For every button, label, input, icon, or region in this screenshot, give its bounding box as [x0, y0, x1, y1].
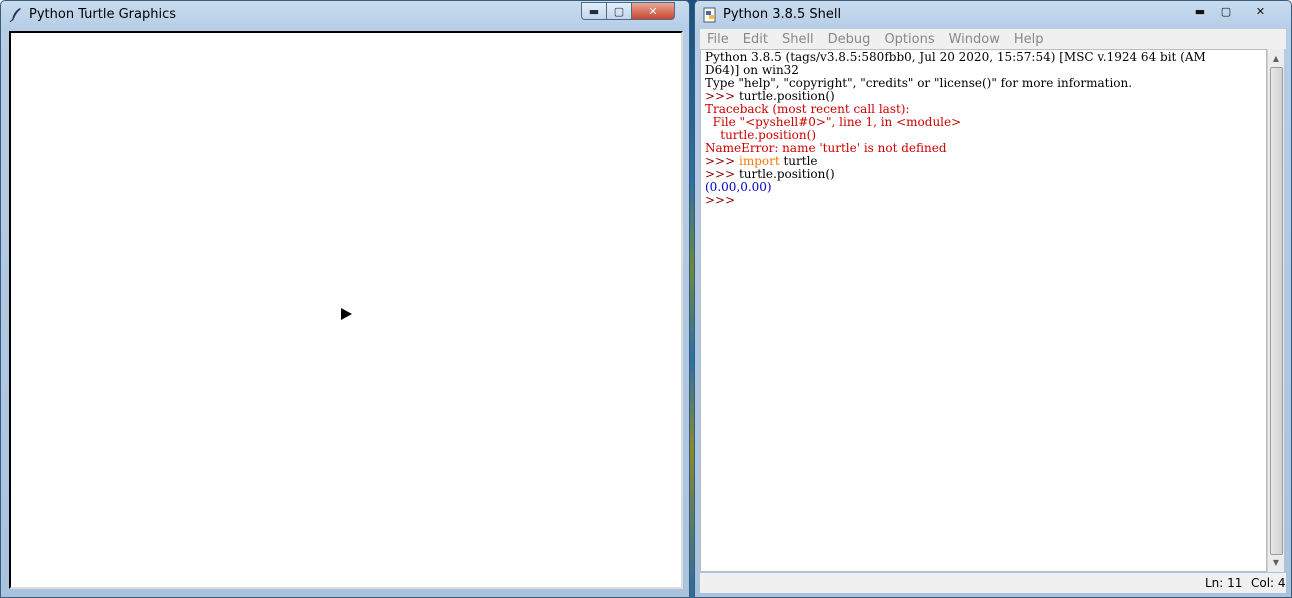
shell-text-segment: import	[738, 154, 780, 168]
status-column: Col: 4	[1251, 576, 1286, 590]
feather-icon	[9, 8, 21, 23]
menu-window[interactable]: Window	[942, 32, 1007, 47]
menu-help[interactable]: Help	[1007, 32, 1051, 47]
turtle-close-button[interactable]: ✕	[632, 2, 675, 20]
shell-text-segment: turtle.position()	[705, 128, 816, 142]
turtle-maximize-button[interactable]: ▢	[607, 2, 632, 20]
shell-text-segment: >>>	[705, 154, 739, 168]
shell-window-title: Python 3.8.5 Shell	[723, 7, 842, 22]
shell-text-segment: (0.00,0.00)	[705, 180, 772, 194]
turtle-window-title: Python Turtle Graphics	[29, 7, 176, 22]
scroll-up-icon[interactable]: ▲	[1268, 50, 1284, 66]
shell-text-segment: Type "help", "copyright", "credits" or "…	[705, 76, 1133, 90]
shell-text-segment: File "<pyshell#0>", line 1, in <module>	[705, 115, 962, 129]
shell-text-segment: >>>	[705, 193, 739, 207]
python-document-icon	[703, 7, 716, 23]
turtle-minimize-button[interactable]: ▬	[581, 2, 607, 20]
status-line: Ln: 11	[1205, 576, 1243, 590]
menu-file[interactable]: File	[700, 32, 736, 47]
status-bar: Ln: 11 Col: 4	[700, 573, 1286, 593]
menu-shell[interactable]: Shell	[775, 32, 821, 47]
scroll-thumb[interactable]	[1270, 67, 1283, 555]
shell-close-button[interactable]: ✕	[1239, 2, 1282, 20]
shell-text-area[interactable]: Python 3.8.5 (tags/v3.8.5:580fbb0, Jul 2…	[700, 49, 1267, 572]
menu-edit[interactable]: Edit	[736, 32, 775, 47]
shell-text-segment: Traceback (most recent call last):	[705, 102, 910, 116]
shell-text-segment: turtle.position()	[738, 89, 835, 103]
shell-line: >>> turtle.position()	[705, 168, 1262, 181]
menu-options[interactable]: Options	[877, 32, 941, 47]
turtle-canvas[interactable]	[9, 31, 683, 589]
shell-text-segment: >>>	[705, 89, 739, 103]
menu-debug[interactable]: Debug	[821, 32, 878, 47]
shell-line: >>>	[705, 194, 1262, 207]
shell-minimize-button[interactable]: ▬	[1187, 2, 1213, 20]
vertical-scrollbar[interactable]: ▲ ▼	[1267, 49, 1284, 572]
shell-titlebar[interactable]: Python 3.8.5 Shell ▬ ▢ ✕	[695, 1, 1291, 29]
shell-output: Python 3.8.5 (tags/v3.8.5:580fbb0, Jul 2…	[701, 50, 1266, 208]
shell-text-segment: NameError: name 'turtle' is not defined	[705, 141, 947, 155]
shell-text-segment: D64)] on win32	[705, 63, 799, 77]
scroll-down-icon[interactable]: ▼	[1268, 554, 1284, 570]
shell-text-segment: turtle.position()	[738, 167, 835, 181]
shell-text-segment: >>>	[705, 167, 739, 181]
menu-bar: File Edit Shell Debug Options Window Hel…	[700, 29, 1286, 49]
shell-maximize-button[interactable]: ▢	[1213, 2, 1239, 20]
shell-text-segment: turtle	[779, 154, 818, 168]
turtle-titlebar[interactable]: Python Turtle Graphics ▬ ▢ ✕	[1, 1, 689, 29]
shell-line: (0.00,0.00)	[705, 181, 1262, 194]
python-shell-window: Python 3.8.5 Shell ▬ ▢ ✕ File Edit Shell…	[694, 0, 1292, 598]
turtle-arrow-icon	[341, 308, 352, 320]
turtle-graphics-window: Python Turtle Graphics ▬ ▢ ✕	[0, 0, 690, 598]
shell-text-segment: Python 3.8.5 (tags/v3.8.5:580fbb0, Jul 2…	[705, 50, 1206, 64]
